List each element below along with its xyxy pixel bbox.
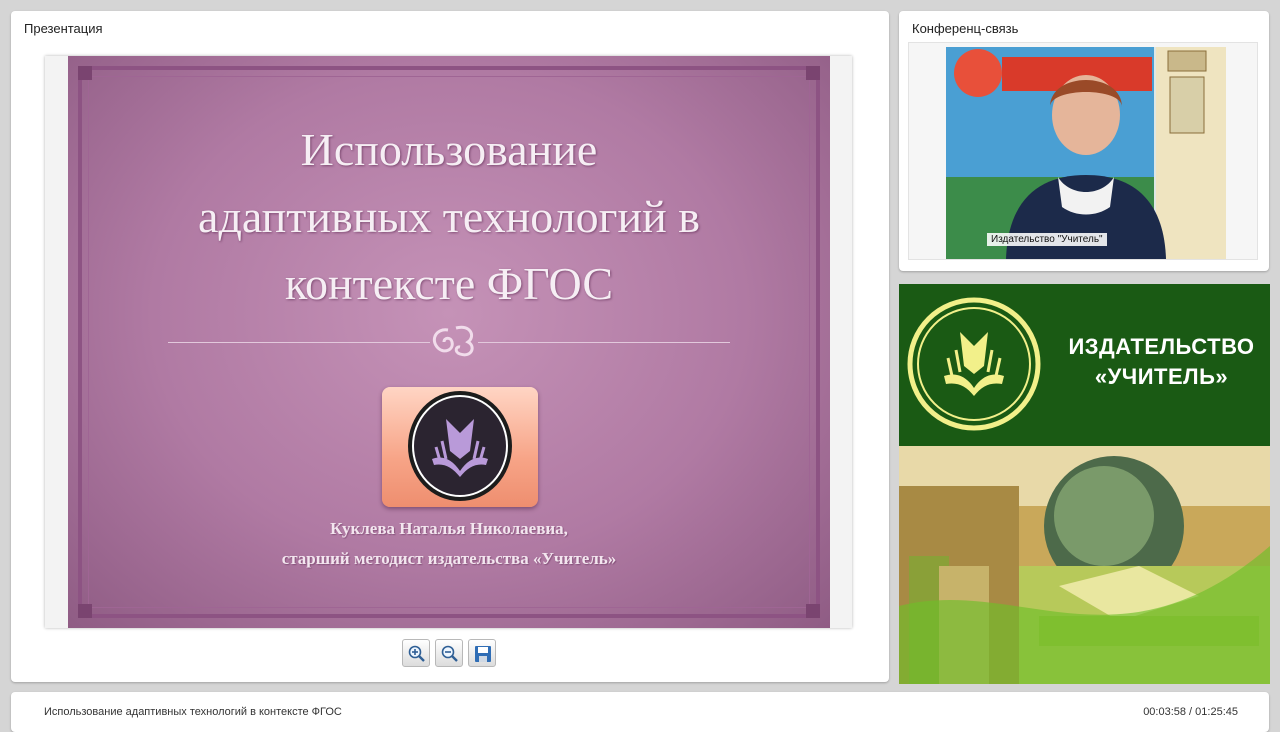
publisher-emblem-icon (907, 297, 1041, 431)
speaker-video[interactable] (946, 47, 1226, 259)
slide-title: Использование адаптивных технологий в ко… (198, 124, 700, 309)
video-caption: Издательство "Учитель" (987, 233, 1107, 246)
zoom-in-icon (408, 645, 425, 662)
publisher-logo-icon (408, 391, 512, 501)
save-button[interactable] (468, 639, 496, 667)
playback-time: 00:03:58 / 01:25:45 (1143, 706, 1238, 718)
books-globe-illustration (899, 446, 1270, 684)
slide-divider (168, 342, 430, 343)
slide-corner-ornament (78, 604, 92, 618)
slide-corner-ornament (78, 66, 92, 80)
slide: Использование адаптивных технологий в ко… (68, 56, 830, 628)
flourish-ornament-icon (432, 325, 474, 357)
publisher-logo-tile (382, 387, 538, 507)
slide-corner-ornament (806, 66, 820, 80)
conference-panel: Конференц-связь Издательство "Учитель" (899, 11, 1269, 271)
presentation-panel-title: Презентация (24, 21, 103, 36)
conference-panel-title: Конференц-связь (912, 21, 1019, 36)
event-title: Использование адаптивных технологий в ко… (44, 706, 342, 718)
zoom-out-button[interactable] (435, 639, 463, 667)
banner-header: ИЗДАТЕЛЬСТВО «УЧИТЕЛЬ» (899, 284, 1270, 446)
slide-viewport: Использование адаптивных технологий в ко… (45, 56, 852, 628)
slide-divider (478, 342, 730, 343)
presentation-panel: Презентация Использование адаптивных тех… (11, 11, 889, 682)
save-icon (475, 646, 491, 662)
publisher-banner: ИЗДАТЕЛЬСТВО «УЧИТЕЛЬ» (899, 284, 1270, 684)
bottom-bar: Использование адаптивных технологий в ко… (11, 692, 1269, 732)
slide-author-name: Куклева Наталья Николаевиа, (330, 519, 568, 538)
banner-title: ИЗДАТЕЛЬСТВО «УЧИТЕЛЬ» (1068, 334, 1255, 389)
zoom-out-icon (441, 645, 458, 662)
zoom-in-button[interactable] (402, 639, 430, 667)
slide-author-role: старший методист издательства «Учитель» (281, 549, 617, 568)
video-frame: Издательство "Учитель" (908, 42, 1258, 260)
slide-corner-ornament (806, 604, 820, 618)
